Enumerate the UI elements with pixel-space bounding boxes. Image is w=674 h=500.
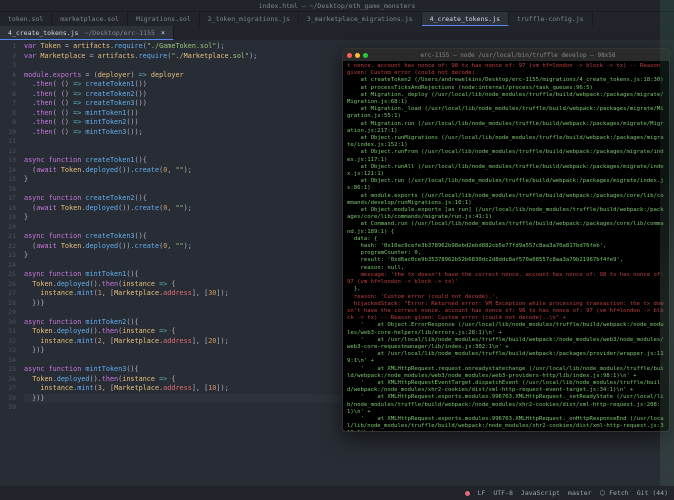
tab-migrations-sol[interactable]: Migrations.sol xyxy=(128,12,200,26)
line-number: 33 xyxy=(2,346,16,356)
window-title: index.html — ~/Desktop/eth_game_monsters xyxy=(259,2,416,10)
line-number: 37 xyxy=(2,384,16,394)
status-item[interactable]: master xyxy=(568,489,591,497)
line-number: 6 xyxy=(2,90,16,100)
desktop-background-edge xyxy=(660,0,674,500)
status-item[interactable]: LF xyxy=(478,489,486,497)
line-number: 39 xyxy=(2,403,16,413)
tab-bar-primary: token.solmarketplace.solMigrations.sol2_… xyxy=(0,12,674,26)
status-item[interactable]: ⬡ Fetch xyxy=(600,489,629,497)
line-number: 20 xyxy=(2,223,16,233)
status-indicator-icon xyxy=(465,491,470,496)
line-number: 29 xyxy=(2,308,16,318)
line-number: 2 xyxy=(2,52,16,62)
terminal-line: ' at XMLHttpRequest.exports.modules.9967… xyxy=(347,394,665,416)
line-number: 22 xyxy=(2,242,16,252)
tab-token-sol[interactable]: token.sol xyxy=(0,12,52,26)
terminal-line: ' at /usr/local/lib/node_modules/truffle… xyxy=(347,337,665,351)
tab-marketplace-sol[interactable]: marketplace.sol xyxy=(52,12,128,26)
terminal-line: at Command.run (/usr/local/lib/node_modu… xyxy=(347,221,665,235)
window-title-bar: index.html — ~/Desktop/eth_game_monsters xyxy=(0,0,674,12)
terminal-line: at Object.run (/usr/local/lib/node_modul… xyxy=(347,178,665,192)
line-number: 10 xyxy=(2,128,16,138)
tab-3-marketplace-migrations-js[interactable]: 3_marketplace_migrations.js xyxy=(299,12,422,26)
line-number: 24 xyxy=(2,261,16,271)
tab-bar-secondary: 4_create_tokens.js~/Desktop/erc-1155× xyxy=(0,26,674,40)
line-number: 35 xyxy=(2,365,16,375)
terminal-line: message: 'the tx doesn't have the correc… xyxy=(347,272,665,286)
line-number: 23 xyxy=(2,251,16,261)
terminal-line: hijackedStack: "Error: Returned error: V… xyxy=(347,301,665,323)
terminal-line: ' at XMLHttpRequest.exports.modules.9967… xyxy=(347,416,665,431)
line-number: 18 xyxy=(2,204,16,214)
line-number: 7 xyxy=(2,99,16,109)
terminal-line: at module.exports (/usr/local/lib/node_m… xyxy=(347,193,665,207)
tab-2-token-migrations-js[interactable]: 2_token_migrations.js xyxy=(200,12,299,26)
line-number: 16 xyxy=(2,185,16,195)
terminal-line: at Object.module.exports [as run] (/usr/… xyxy=(347,207,665,221)
close-tab-icon[interactable]: × xyxy=(161,29,165,37)
line-number: 38 xyxy=(2,394,16,404)
minimize-icon[interactable] xyxy=(355,53,360,58)
line-number: 32 xyxy=(2,337,16,347)
terminal-line: at createToken2 (/Users/andrewelkins/Des… xyxy=(347,77,665,84)
line-number: 14 xyxy=(2,166,16,176)
line-number: 11 xyxy=(2,137,16,147)
terminal-titlebar[interactable]: erc-1155 — node /usr/local/bin/truffle d… xyxy=(343,49,669,61)
terminal-line: at Object.runAll (/usr/local/lib/node_mo… xyxy=(347,164,665,178)
status-item[interactable]: UTF-8 xyxy=(493,489,513,497)
status-bar: LF UTF-8 JavaScript master ⬡ Fetch Git (44) xyxy=(0,486,674,500)
line-number: 25 xyxy=(2,270,16,280)
terminal-line: at Object.runMigrations (/usr/local/lib/… xyxy=(347,135,665,149)
terminal-line: hash: '0x10ac9cefe3b378962b98ebd2ebd882c… xyxy=(347,243,665,250)
tab-4-create-tokens-js[interactable]: 4_create_tokens.js xyxy=(422,12,509,26)
line-number-gutter: 1234567891011121314151617181920212223242… xyxy=(0,40,20,500)
terminal-window[interactable]: erc-1155 — node /usr/local/bin/truffle d… xyxy=(342,48,670,432)
terminal-line: ' at XMLHttpRequest.request.onreadystate… xyxy=(347,366,665,380)
terminal-line: data: { xyxy=(347,236,665,243)
line-number: 30 xyxy=(2,318,16,328)
terminal-line: at Migration.run (/usr/local/lib/node_mo… xyxy=(347,121,665,135)
line-number: 15 xyxy=(2,175,16,185)
terminal-output[interactable]: t nonce. account has nonce of: 98 tx has… xyxy=(343,61,669,431)
tab-truffle-config-js[interactable]: truffle-config.js xyxy=(509,12,593,26)
line-number: 27 xyxy=(2,289,16,299)
terminal-line: ' at XMLHttpRequestEventTarget.dispatchE… xyxy=(347,380,665,394)
line-number: 36 xyxy=(2,375,16,385)
terminal-line: at processTicksAndRejections (node:inter… xyxy=(347,85,665,92)
close-icon[interactable] xyxy=(347,53,352,58)
line-number: 12 xyxy=(2,147,16,157)
terminal-line: programCounter: 0, xyxy=(347,250,665,257)
line-number: 26 xyxy=(2,280,16,290)
line-number: 4 xyxy=(2,71,16,81)
line-number: 31 xyxy=(2,327,16,337)
status-item[interactable]: Git (44) xyxy=(637,489,668,497)
line-number: 8 xyxy=(2,109,16,119)
status-item[interactable]: JavaScript xyxy=(521,489,560,497)
line-number: 21 xyxy=(2,232,16,242)
terminal-line: reason: 'Custom error (could not decode)… xyxy=(347,294,665,301)
secondary-tab[interactable]: 4_create_tokens.js~/Desktop/erc-1155× xyxy=(0,26,174,40)
line-number: 28 xyxy=(2,299,16,309)
terminal-line: ' at /usr/local/lib/node_modules/truffle… xyxy=(347,351,665,365)
terminal-line: }, xyxy=(347,286,665,293)
terminal-title: erc-1155 — node /usr/local/bin/truffle d… xyxy=(371,52,665,59)
line-number: 3 xyxy=(2,61,16,71)
line-number: 5 xyxy=(2,80,16,90)
terminal-line: ' at Object.ErrorResponse (/usr/local/li… xyxy=(347,322,665,336)
terminal-line: result: '0xd6ac0ce9b35378962b52b6830dc2d… xyxy=(347,257,665,264)
line-number: 19 xyxy=(2,213,16,223)
line-number: 1 xyxy=(2,42,16,52)
line-number: 17 xyxy=(2,194,16,204)
line-number: 13 xyxy=(2,156,16,166)
terminal-line: reason: null, xyxy=(347,265,665,272)
terminal-line: at Migration._deploy (/usr/local/lib/nod… xyxy=(347,92,665,106)
terminal-line: t nonce. account has nonce of: 98 tx has… xyxy=(347,63,665,77)
line-number: 34 xyxy=(2,356,16,366)
terminal-line: at Migration._load (/usr/local/lib/node_… xyxy=(347,106,665,120)
maximize-icon[interactable] xyxy=(363,53,368,58)
line-number: 9 xyxy=(2,118,16,128)
terminal-line: at Object.runFrom (/usr/local/lib/node_m… xyxy=(347,149,665,163)
